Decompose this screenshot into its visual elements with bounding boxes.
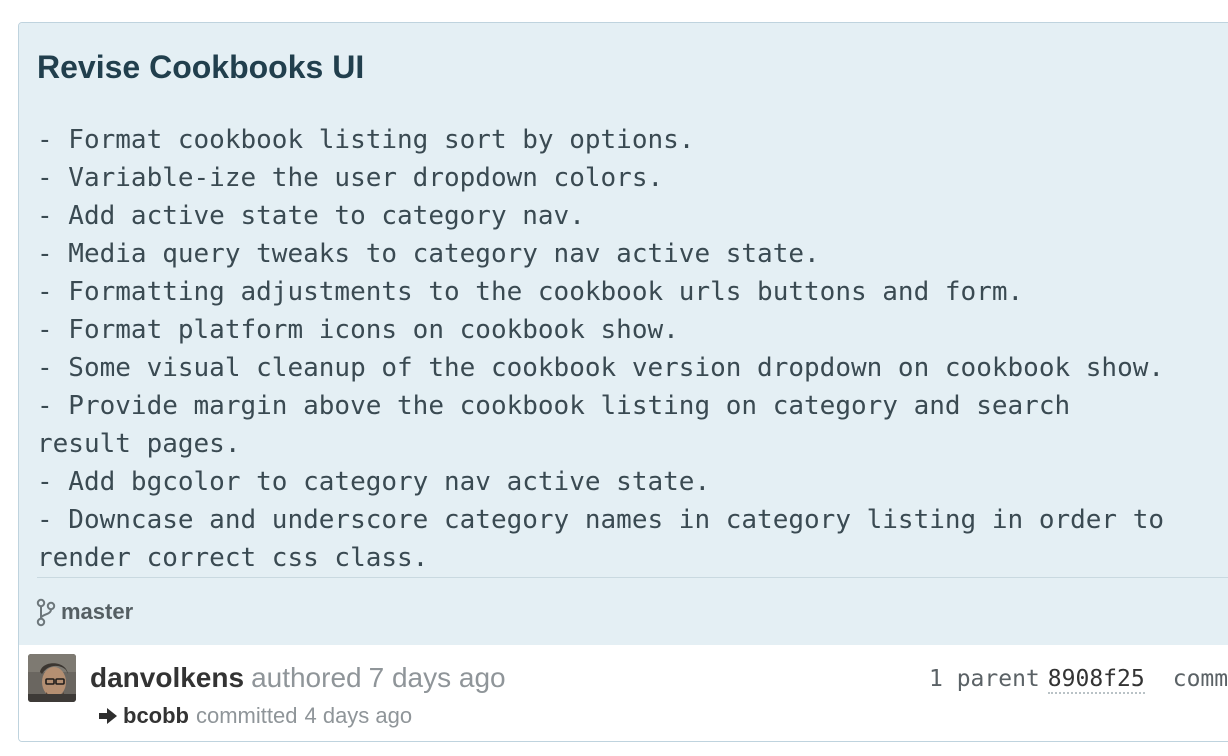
commit-meta: danvolkens authored 7 days ago bcobb commit… <box>19 645 1228 741</box>
description-line: - Some visual cleanup of the cookbook ve… <box>37 353 1165 383</box>
parent-label: 1 parent <box>929 666 1040 692</box>
branch-icon <box>35 597 57 627</box>
description-line: - Media query tweaks to category nav act… <box>37 239 820 269</box>
committer-verb: committed <box>196 703 298 728</box>
branch-container: master <box>35 597 133 627</box>
commit-title: Revise Cookbooks UI <box>37 49 365 85</box>
commit-label: comm <box>1172 666 1228 692</box>
parent-sha-link[interactable]: 8908f25 <box>1047 666 1145 694</box>
description-line: - Add bgcolor to category nav active sta… <box>37 467 711 497</box>
description-line: - Format cookbook listing sort by option… <box>37 125 695 155</box>
description-line: - Downcase and underscore category names… <box>37 505 1165 535</box>
arrow-right-icon <box>97 705 119 727</box>
committer-time: 4 days ago <box>304 703 413 728</box>
commit-description: - Format cookbook listing sort by option… <box>37 121 1164 577</box>
committer-line: bcobb committed 4 days ago <box>97 701 412 731</box>
description-line: - Format platform icons on cookbook show… <box>37 315 679 345</box>
description-line: - Provide margin above the cookbook list… <box>37 391 1071 421</box>
author-verb: authored <box>251 662 362 693</box>
description-line: - Add active state to category nav. <box>37 201 585 231</box>
description-line: render correct css class. <box>37 543 429 573</box>
description-line: result pages. <box>37 429 241 459</box>
divider <box>37 577 1228 578</box>
commit-message-panel: Revise Cookbooks UI - Format cookbook li… <box>19 23 1228 646</box>
description-line: - Formatting adjustments to the cookbook… <box>37 277 1024 307</box>
parent-info: 1 parent 8908f25 comm <box>929 663 1228 695</box>
committer-name-link[interactable]: bcobb <box>123 701 189 731</box>
author-name-link[interactable]: danvolkens <box>90 662 244 693</box>
description-line: - Variable-ize the user dropdown colors. <box>37 163 664 193</box>
commit-box: Revise Cookbooks UI - Format cookbook li… <box>18 22 1228 742</box>
branch-link[interactable]: master <box>61 599 133 625</box>
author-line: danvolkens authored 7 days ago <box>90 661 506 695</box>
author-avatar[interactable] <box>28 654 76 702</box>
author-time: 7 days ago <box>368 662 506 693</box>
